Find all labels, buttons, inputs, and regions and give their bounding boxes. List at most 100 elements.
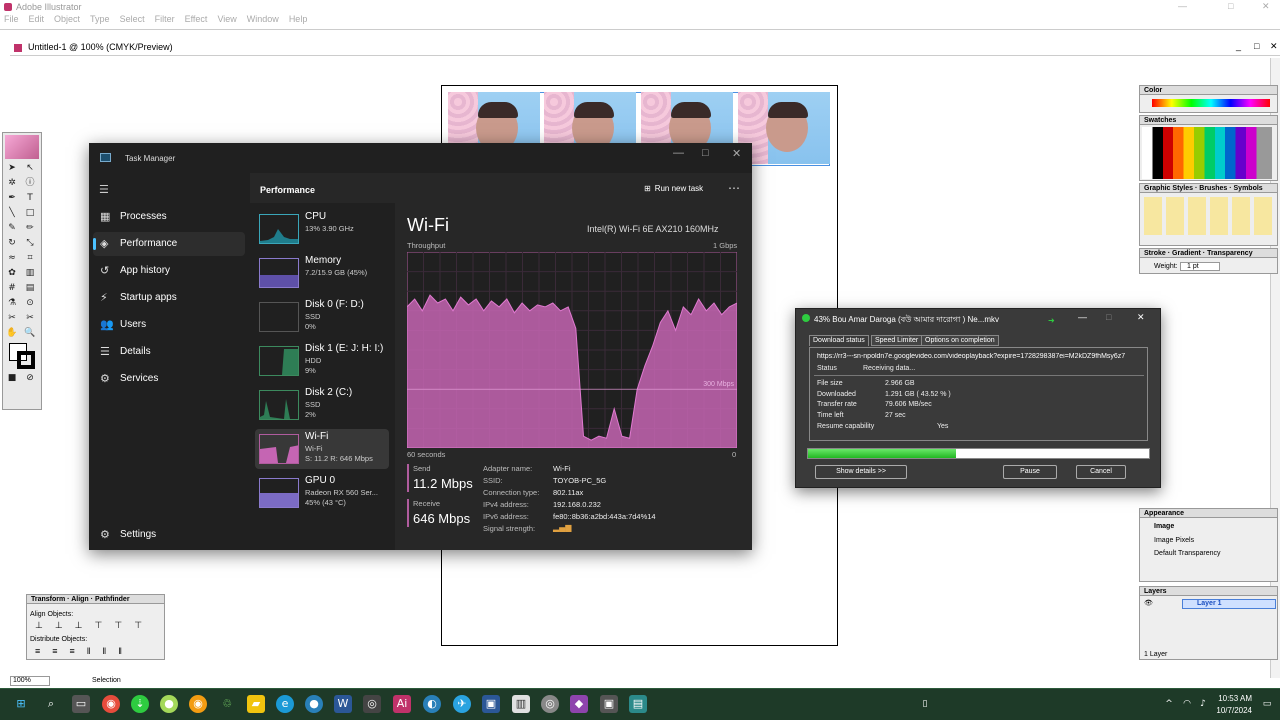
- menu-object[interactable]: Object: [54, 14, 80, 28]
- app-icon[interactable]: ●: [160, 695, 178, 713]
- gradient-tool-icon[interactable]: ▤: [23, 282, 37, 295]
- menu-window[interactable]: Window: [247, 14, 279, 28]
- app-icon[interactable]: ◎: [541, 695, 559, 713]
- color-mode-icon[interactable]: ■: [5, 372, 19, 385]
- maximize-icon[interactable]: □: [1228, 1, 1233, 11]
- document-tab[interactable]: Untitled-1 @ 100% (CMYK/Preview) _ □ ✕: [10, 40, 1280, 56]
- resource-disk0[interactable]: Disk 0 (F: D:) SSD 0%: [255, 297, 389, 337]
- show-hidden-icons[interactable]: ^: [1160, 695, 1178, 713]
- tm-maximize-icon[interactable]: □: [702, 147, 709, 159]
- file-explorer-icon[interactable]: ▰: [247, 695, 265, 713]
- layers-header[interactable]: Layers: [1140, 587, 1277, 596]
- idm-close-icon[interactable]: ✕: [1137, 312, 1145, 323]
- app-icon[interactable]: ●: [305, 695, 323, 713]
- nav-details[interactable]: ☰ Details: [93, 340, 245, 364]
- resource-disk2[interactable]: Disk 2 (C:) SSD 2%: [255, 385, 389, 425]
- nav-startup-apps[interactable]: ⚡ Startup apps: [93, 286, 245, 310]
- paintbrush-tool-icon[interactable]: ✎: [5, 222, 19, 235]
- clock-date[interactable]: 10/7/2024: [1212, 706, 1252, 715]
- show-details-button[interactable]: Show details >>: [815, 465, 907, 479]
- symbol-sprayer-tool-icon[interactable]: ✿: [5, 267, 19, 280]
- notification-icon[interactable]: ▭: [1258, 695, 1276, 713]
- menu-view[interactable]: View: [217, 14, 236, 28]
- pause-button[interactable]: Pause: [1003, 465, 1057, 479]
- menu-select[interactable]: Select: [120, 14, 145, 28]
- gradient-tab[interactable]: Gradient: [1172, 250, 1201, 257]
- clock-time[interactable]: 10:53 AM: [1216, 694, 1252, 703]
- tab-download-status[interactable]: Download status: [809, 335, 869, 346]
- telegram-icon[interactable]: ✈: [453, 695, 471, 713]
- pencil-tool-icon[interactable]: ✏: [23, 222, 37, 235]
- align-header[interactable]: Transform · Align · Pathfinder: [27, 595, 164, 604]
- app-icon[interactable]: ▤: [629, 695, 647, 713]
- menu-file[interactable]: File: [4, 14, 19, 28]
- color-spectrum[interactable]: [1152, 99, 1270, 107]
- minimize-icon[interactable]: —: [1178, 1, 1187, 11]
- tab-speed-limiter[interactable]: Speed Limiter: [871, 335, 923, 346]
- line-tool-icon[interactable]: ╲: [5, 207, 19, 220]
- swatches-panel-header[interactable]: Swatches: [1140, 116, 1277, 125]
- brushes-tab[interactable]: Brushes: [1199, 185, 1227, 192]
- tab-options-on-completion[interactable]: Options on completion: [921, 335, 999, 346]
- graph-tool-icon[interactable]: ▥: [23, 267, 37, 280]
- stroke-header[interactable]: Stroke · Gradient · Transparency: [1140, 249, 1277, 258]
- zoom-select[interactable]: 100%: [10, 676, 50, 686]
- app-icon[interactable]: ◎: [363, 695, 381, 713]
- close-icon[interactable]: ✕: [1262, 1, 1270, 12]
- stroke-swatch[interactable]: [17, 351, 35, 369]
- direct-selection-tool-icon[interactable]: ↖: [23, 162, 37, 175]
- transparency-tab[interactable]: Transparency: [1207, 250, 1253, 257]
- resource-wifi[interactable]: Wi-Fi Wi-Fi S: 11.2 R: 646 Mbps: [255, 429, 389, 469]
- edge-icon[interactable]: e: [276, 695, 294, 713]
- app-icon[interactable]: ▣: [482, 695, 500, 713]
- graphic-styles-header[interactable]: Graphic Styles · Brushes · Symbols: [1140, 184, 1277, 193]
- tm-close-icon[interactable]: ✕: [732, 147, 741, 160]
- status-tool[interactable]: Selection: [92, 677, 162, 687]
- run-new-task-button[interactable]: ⊞ Run new task: [644, 184, 703, 193]
- search-icon[interactable]: ⌕: [42, 695, 60, 713]
- scissors-tool-icon[interactable]: ✂: [23, 312, 37, 325]
- symbols-tab[interactable]: Symbols: [1234, 185, 1263, 192]
- scale-tool-icon[interactable]: ⤡: [23, 237, 37, 250]
- start-icon[interactable]: ⊞: [12, 695, 30, 713]
- graphic-styles-tab[interactable]: Graphic Styles: [1144, 185, 1193, 192]
- hamburger-menu-icon[interactable]: ☰: [99, 183, 109, 196]
- align-buttons[interactable]: ⊥⊥⊥⊤⊤⊤: [35, 620, 154, 631]
- pathfinder-tab[interactable]: Pathfinder: [95, 596, 130, 603]
- warp-tool-icon[interactable]: ≈: [5, 252, 19, 265]
- resource-memory[interactable]: Memory 7.2/15.9 GB (45%): [255, 253, 389, 293]
- eyedropper-tool-icon[interactable]: ⚗: [5, 297, 19, 310]
- chrome-icon[interactable]: ◉: [189, 695, 207, 713]
- app-icon[interactable]: ▣: [600, 695, 618, 713]
- layer-row[interactable]: Layer 1: [1182, 599, 1276, 609]
- chrome-icon[interactable]: ◉: [102, 695, 120, 713]
- lasso-tool-icon[interactable]: ⓘ: [23, 177, 37, 190]
- nav-app-history[interactable]: ↺ App history: [93, 259, 245, 283]
- idm-minimize-icon[interactable]: —: [1078, 312, 1087, 322]
- nav-services[interactable]: ⚙ Services: [93, 367, 245, 391]
- menu-filter[interactable]: Filter: [155, 14, 175, 28]
- nav-processes[interactable]: ▦ Processes: [93, 205, 245, 229]
- selection-tool-icon[interactable]: ➤: [5, 162, 19, 175]
- app-icon[interactable]: ◆: [570, 695, 588, 713]
- graphic-style-thumbnails[interactable]: [1144, 197, 1274, 235]
- stroke-tab[interactable]: Stroke: [1144, 250, 1166, 257]
- type-tool-icon[interactable]: T: [23, 192, 37, 205]
- cancel-button[interactable]: Cancel: [1076, 465, 1126, 479]
- illustrator-icon[interactable]: Ai: [393, 695, 411, 713]
- doc-minimize-icon[interactable]: _: [1236, 41, 1241, 51]
- hand-tool-icon[interactable]: ✋: [5, 327, 19, 340]
- nav-users[interactable]: 👥 Users: [93, 313, 245, 337]
- free-transform-tool-icon[interactable]: ⌗: [23, 252, 37, 265]
- rotate-tool-icon[interactable]: ↻: [5, 237, 19, 250]
- none-mode-icon[interactable]: ⊘: [23, 372, 37, 385]
- nav-performance[interactable]: ◈ Performance: [93, 232, 245, 256]
- eye-icon[interactable]: 👁: [1144, 599, 1153, 607]
- nav-settings[interactable]: ⚙ Settings: [93, 523, 245, 547]
- doc-close-icon[interactable]: ✕: [1270, 41, 1278, 52]
- menu-help[interactable]: Help: [289, 14, 308, 28]
- resource-cpu[interactable]: CPU 13% 3.90 GHz: [255, 209, 389, 249]
- resource-disk1[interactable]: Disk 1 (E: J: H: I:) HDD 9%: [255, 341, 389, 381]
- menu-effect[interactable]: Effect: [185, 14, 208, 28]
- word-icon[interactable]: W: [334, 695, 352, 713]
